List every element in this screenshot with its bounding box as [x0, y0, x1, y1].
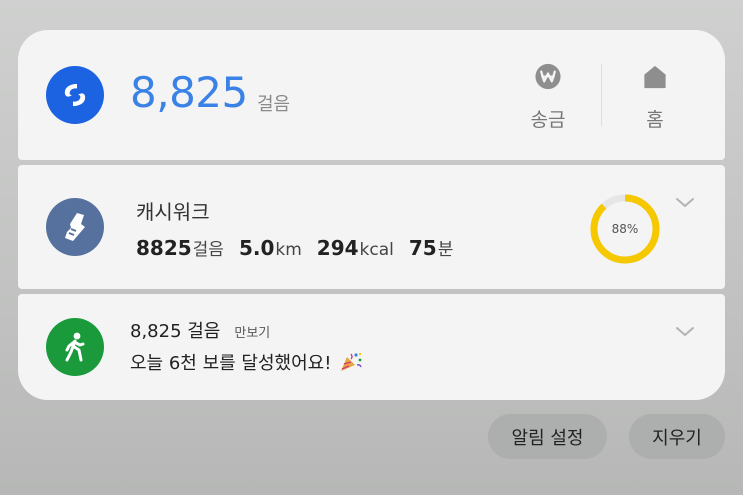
stat-distance-value: 5.0 — [238, 236, 275, 260]
party-popper-icon — [341, 353, 363, 371]
home-label: 홈 — [646, 109, 664, 131]
won-coin-icon — [535, 63, 561, 90]
walking-person-icon — [46, 318, 104, 376]
notification-title: 8,825 걸음 — [130, 321, 221, 342]
cashwalk-notification[interactable]: 캐시워크 8825 걸음 5.0 km 294 kcal 75 분 88% — [18, 165, 725, 289]
stat-steps-value: 8825 — [136, 236, 192, 260]
notification-panel: 8,825 걸음 송금 홈 캐시워크 8825 걸음 5.0 km 294 kc… — [18, 30, 725, 400]
steps-unit-label: 걸음 — [257, 94, 291, 115]
stat-time-unit: 분 — [437, 240, 454, 260]
swirl-logo-icon — [46, 66, 104, 124]
notification-message: 오늘 6천 보를 달성했어요! — [130, 353, 332, 374]
home-icon — [644, 65, 666, 89]
stat-time-value: 75 — [408, 236, 437, 260]
chevron-down-icon[interactable] — [674, 196, 696, 210]
stat-steps-unit: 걸음 — [192, 240, 224, 260]
cashwalk-stats: 8825 걸음 5.0 km 294 kcal 75 분 — [136, 235, 468, 260]
notification-settings-button[interactable]: 알림 설정 — [488, 414, 607, 459]
progress-ring: 88% — [589, 193, 661, 265]
stat-calories-unit: kcal — [359, 240, 394, 260]
stat-calories: 294 kcal — [317, 236, 394, 260]
send-money-label: 송금 — [530, 109, 566, 131]
cashwalk-title: 캐시워크 — [136, 200, 210, 224]
shoe-icon — [46, 198, 104, 256]
notification-app-name: 만보기 — [234, 326, 271, 341]
send-money-button[interactable]: 송금 — [513, 62, 583, 132]
notification-body: 오늘 6천 보를 달성했어요! — [130, 349, 363, 375]
notification-header: 8,825 걸음 만보기 — [130, 317, 270, 343]
clear-button[interactable]: 지우기 — [629, 414, 725, 459]
stat-distance: 5.0 km — [239, 236, 302, 260]
steps-count: 8,825 — [130, 68, 248, 117]
stat-distance-unit: km — [275, 240, 302, 260]
pedometer-notification[interactable]: 8,825 걸음 만보기 오늘 6천 보를 달성했어요! — [18, 294, 725, 400]
chevron-down-icon[interactable] — [674, 325, 696, 339]
stat-steps: 8825 걸음 — [136, 235, 224, 260]
progress-percent: 88% — [611, 222, 639, 236]
stat-calories-value: 294 — [316, 236, 359, 260]
stat-time: 75 분 — [409, 235, 453, 260]
action-divider — [601, 64, 602, 126]
steps-summary-card[interactable]: 8,825 걸음 송금 홈 — [18, 30, 725, 160]
home-button[interactable]: 홈 — [620, 62, 690, 132]
